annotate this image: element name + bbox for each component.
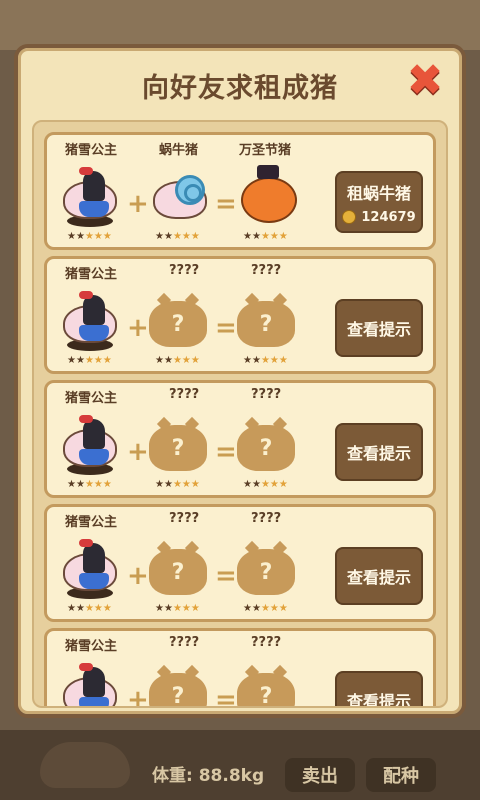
snow-princess-pig-icon: [57, 415, 121, 477]
result-stars: ★★★★★: [243, 355, 288, 366]
breeding-card: 猪雪公主 ???? ???? + ? = ? ★★★★★ ★★★★★ ★★★★★…: [44, 504, 436, 622]
unknown-pig-icon: ?: [235, 543, 299, 601]
snow-princess-pig-icon: [57, 167, 121, 229]
rent-snail-pig-button[interactable]: 租蜗牛猪 124679: [335, 171, 423, 233]
parent-b-name: ????: [169, 263, 200, 278]
parent-b-name: 蜗牛猪: [159, 143, 199, 158]
parent-a-name: 猪雪公主: [65, 515, 118, 530]
breeding-card: 猪雪公主 ???? ???? + ? = ? ★★★★★ ★★★★★ ★★★★★…: [44, 256, 436, 374]
equals-icon: =: [215, 685, 237, 708]
unknown-pig-icon: ?: [235, 667, 299, 706]
snow-princess-pig-icon: [57, 539, 121, 601]
plus-icon: +: [127, 437, 149, 467]
equals-icon: =: [215, 313, 237, 343]
snow-princess-pig-icon: [57, 663, 121, 706]
unknown-pig-icon: ?: [147, 419, 211, 477]
parent-a-stars: ★★★★★: [67, 603, 112, 614]
result-stars: ★★★★★: [243, 603, 288, 614]
parent-a-stars: ★★★★★: [67, 355, 112, 366]
weight-text: 体重: 88.8kg: [152, 766, 265, 786]
parent-a-name: 猪雪公主: [65, 639, 118, 654]
halloween-pig-icon: [235, 165, 299, 229]
background-top: [0, 0, 480, 50]
parent-b-stars: ★★★★★: [155, 231, 200, 242]
parent-a-stars: ★★★★★: [67, 479, 112, 490]
rent-button-label: 租蜗牛猪: [346, 183, 411, 203]
background-pig: [40, 742, 130, 788]
plus-icon: +: [127, 189, 149, 219]
snow-princess-pig-icon: [57, 291, 121, 353]
breeding-list[interactable]: 猪雪公主 蜗牛猪 万圣节猪 + = ★★★★★ ★★★★★ ★★★★★ 租蜗牛猪…: [32, 120, 448, 708]
parent-a-name: 猪雪公主: [65, 391, 118, 406]
result-stars: ★★★★★: [243, 479, 288, 490]
equals-icon: =: [215, 561, 237, 591]
parent-b-stars: ★★★★★: [155, 355, 200, 366]
dialog-title: 向好友求租成猪: [142, 73, 338, 104]
result-name: ????: [251, 263, 282, 278]
plus-icon: +: [127, 685, 149, 708]
parent-b-name: ????: [169, 511, 200, 526]
breeding-card: 猪雪公主 ???? ???? + ? = ? 查看提示: [44, 628, 436, 708]
parent-a-name: 猪雪公主: [65, 267, 118, 282]
parent-b-name: ????: [169, 635, 200, 650]
unknown-pig-icon: ?: [147, 667, 211, 706]
view-hint-button[interactable]: 查看提示: [335, 423, 423, 481]
rent-price: 124679: [361, 209, 416, 225]
parent-b-stars: ★★★★★: [155, 603, 200, 614]
breeding-card: 猪雪公主 蜗牛猪 万圣节猪 + = ★★★★★ ★★★★★ ★★★★★ 租蜗牛猪…: [44, 132, 436, 250]
result-name: ????: [251, 387, 282, 402]
equals-icon: =: [215, 189, 237, 219]
result-stars: ★★★★★: [243, 231, 288, 242]
parent-b-stars: ★★★★★: [155, 479, 200, 490]
breed-button[interactable]: 配种: [366, 758, 436, 792]
plus-icon: +: [127, 313, 149, 343]
sell-button[interactable]: 卖出: [285, 758, 355, 792]
snail-pig-icon: [147, 171, 211, 229]
parent-a-name: 猪雪公主: [65, 143, 118, 158]
unknown-pig-icon: ?: [147, 543, 211, 601]
unknown-pig-icon: ?: [235, 295, 299, 353]
view-hint-button[interactable]: 查看提示: [335, 671, 423, 706]
result-name: ????: [251, 635, 282, 650]
result-name: ????: [251, 511, 282, 526]
view-hint-button[interactable]: 查看提示: [335, 547, 423, 605]
unknown-pig-icon: ?: [235, 419, 299, 477]
unknown-pig-icon: ?: [147, 295, 211, 353]
coin-icon: [342, 210, 357, 224]
plus-icon: +: [127, 561, 149, 591]
close-x-icon[interactable]: ✖: [402, 58, 448, 104]
rent-pig-dialog: 向好友求租成猪 ✖ 猪雪公主 蜗牛猪 万圣节猪 + = ★★★★★ ★★★★★ …: [14, 44, 466, 718]
bottom-bar: 体重: 88.8kg 卖出 配种: [0, 730, 480, 800]
view-hint-button[interactable]: 查看提示: [335, 299, 423, 357]
breeding-card: 猪雪公主 ???? ???? + ? = ? ★★★★★ ★★★★★ ★★★★★…: [44, 380, 436, 498]
parent-a-stars: ★★★★★: [67, 231, 112, 242]
result-name: 万圣节猪: [239, 143, 292, 158]
parent-b-name: ????: [169, 387, 200, 402]
equals-icon: =: [215, 437, 237, 467]
